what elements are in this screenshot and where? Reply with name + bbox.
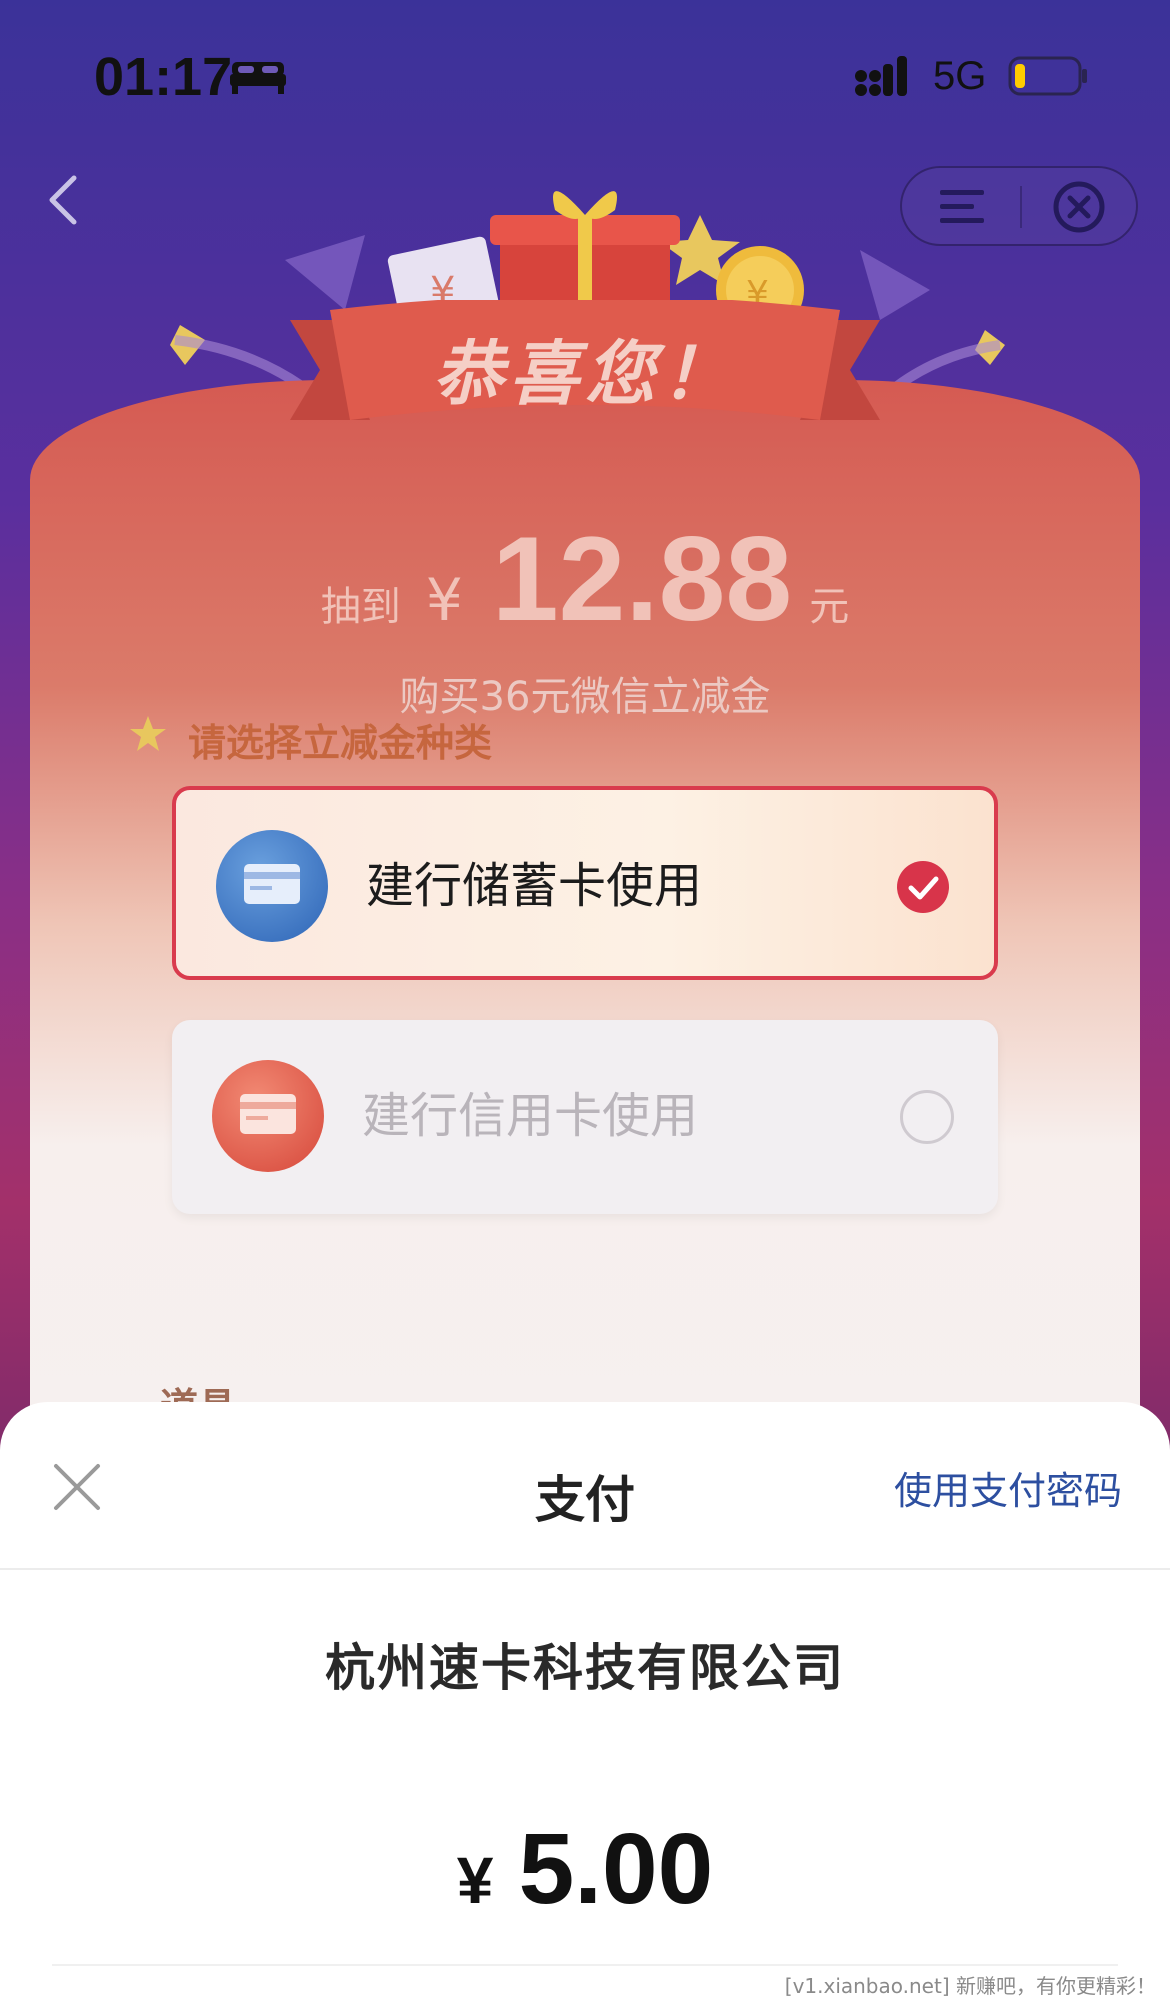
prize-currency: ¥	[425, 566, 463, 634]
divider	[52, 1964, 1118, 1966]
option-label: 建行信用卡使用	[362, 1088, 699, 1144]
radio-unchecked-icon[interactable]	[900, 1090, 954, 1144]
star-icon	[130, 716, 166, 751]
congrats-title: 恭喜您！	[433, 333, 737, 415]
buy-text: 购买36元微信立减金	[399, 674, 771, 720]
payment-amount: 5.00	[518, 1813, 714, 1925]
battery-icon	[1008, 56, 1087, 96]
section-title: 请选择立减金种类	[188, 721, 493, 765]
watermark: [v1.xianbao.net] 新赚吧，有你更精彩！	[784, 1974, 1156, 1998]
option-debit-card[interactable]: 建行储蓄卡使用	[172, 786, 998, 980]
payment-currency: ¥	[456, 1843, 494, 1917]
prize-amount: 12.88	[491, 512, 793, 646]
signal-icon	[855, 56, 907, 96]
option-label: 建行储蓄卡使用	[366, 858, 703, 914]
check-icon	[897, 861, 949, 913]
credit-card-icon	[212, 1060, 324, 1172]
payment-sheet: 支付 使用支付密码 杭州速卡科技有限公司 ¥ 5.00 [v1.xianbao.…	[0, 1402, 1170, 2005]
prize-unit: 元	[809, 584, 850, 630]
payment-amount-row: ¥ 5.00	[0, 1812, 1170, 1927]
prize-prefix: 抽到	[320, 584, 401, 630]
option-credit-card[interactable]: 建行信用卡使用	[172, 1020, 998, 1214]
merchant-name: 杭州速卡科技有限公司	[325, 1639, 845, 1697]
bed-icon	[230, 62, 286, 94]
prize-amount-row: 抽到 ¥ 12.88 元	[0, 510, 1170, 648]
status-time: 01:17	[94, 47, 233, 107]
debit-card-icon	[216, 830, 328, 942]
status-bar: 01:17 5G	[0, 0, 1170, 140]
network-label: 5G	[933, 54, 987, 98]
use-password-link[interactable]: 使用支付密码	[894, 1460, 1122, 1515]
payment-sheet-header: 支付 使用支付密码	[0, 1402, 1170, 1570]
